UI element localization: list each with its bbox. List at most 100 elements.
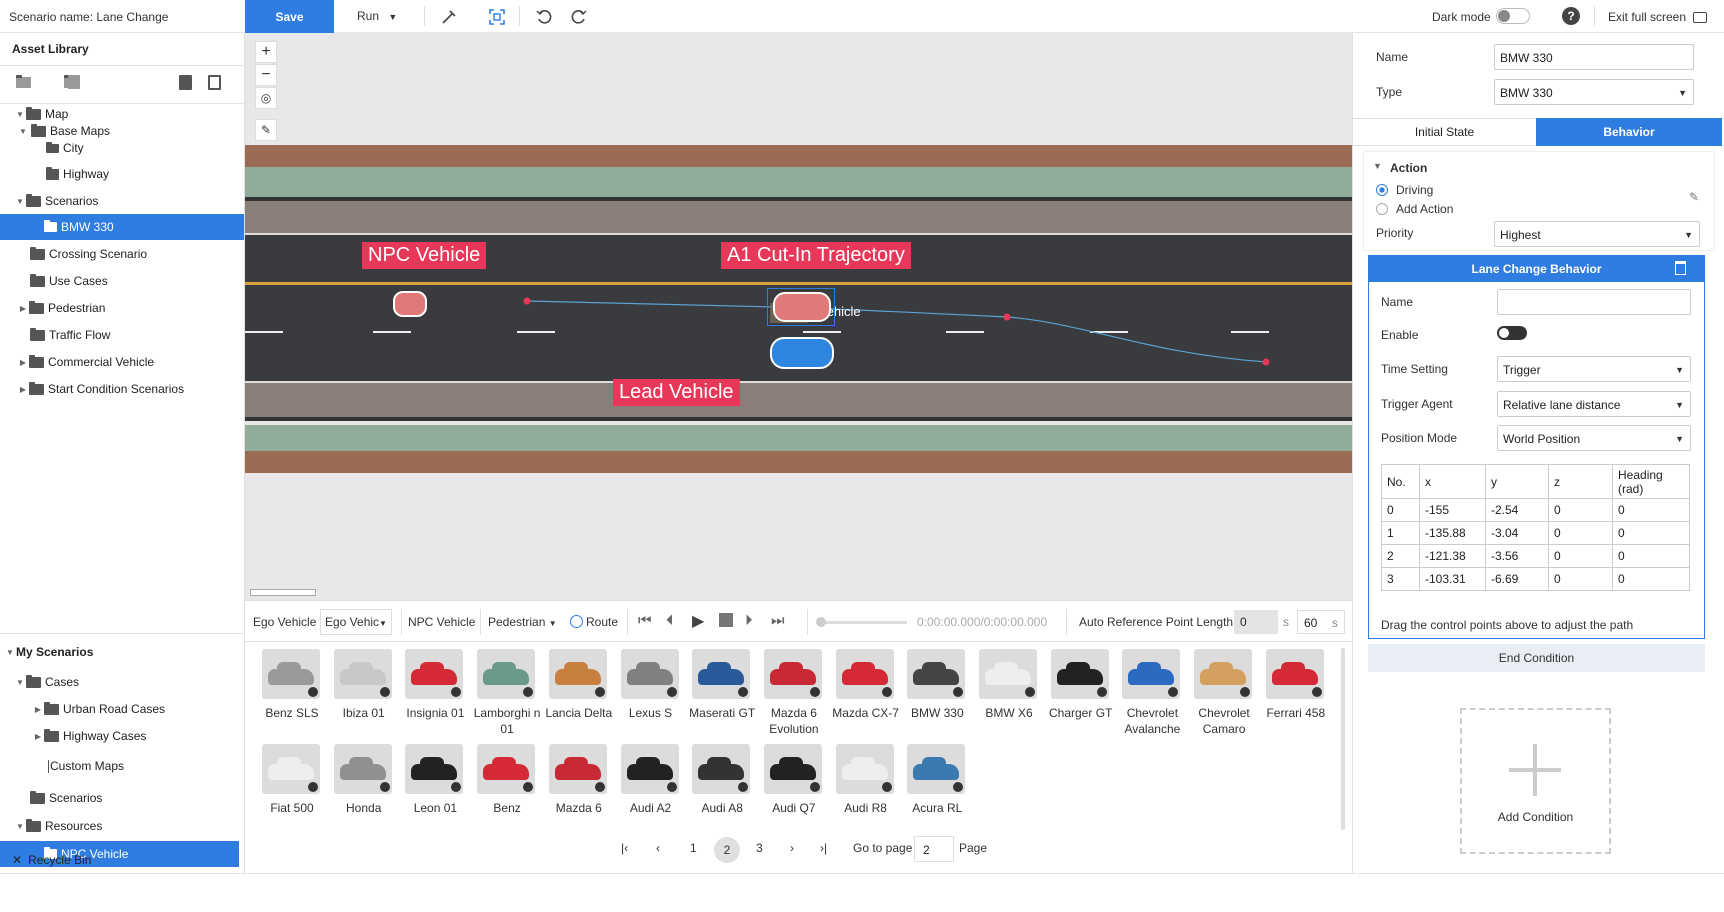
dark-mode-toggle[interactable] — [1496, 8, 1530, 24]
type-select[interactable]: BMW 330 ▼ — [1494, 79, 1694, 105]
play-icon[interactable]: ▶ — [692, 611, 704, 631]
prev-page-icon[interactable]: ‹ — [656, 841, 660, 855]
tree-item-urban-road-cases[interactable]: ▶ Urban Road Cases — [32, 698, 165, 720]
scenario-canvas[interactable]: + − ◎ ✎ Ego Vehicle NPC Vehicle A1 Cut-I… — [245, 33, 1352, 600]
vehicle-card[interactable]: Audi R8 — [830, 744, 902, 816]
my-scenarios-header[interactable]: ▼ My Scenarios — [4, 641, 93, 663]
enable-toggle[interactable] — [1497, 326, 1527, 340]
last-page-icon[interactable]: ›| — [820, 841, 827, 855]
minimap-scrollbar[interactable] — [250, 589, 316, 596]
vehicle-card[interactable]: Mazda 6 Evolution — [758, 649, 830, 737]
vehicle-card[interactable]: Ferrari 458 — [1260, 649, 1332, 721]
fit-view-icon[interactable] — [487, 7, 507, 27]
add-action-radio[interactable] — [1376, 203, 1388, 215]
vehicle-card[interactable]: BMW 330 — [901, 649, 973, 721]
table-row[interactable]: 0 -155 -2.54 0 0 — [1381, 498, 1690, 522]
tree-item-traffic-flow[interactable]: Traffic Flow — [30, 324, 110, 346]
tree-item-cases[interactable]: ▼ Cases — [14, 671, 79, 693]
vehicle-card[interactable]: Insignia 01 — [399, 649, 471, 721]
skip-to-start-icon[interactable]: ⏮ — [638, 612, 652, 629]
trash-icon[interactable] — [1675, 261, 1686, 275]
control-point[interactable] — [1262, 358, 1270, 366]
tree-item-custom-maps[interactable]: Custom Maps — [48, 755, 124, 777]
vehicle-card[interactable]: Ibiza 01 — [328, 649, 400, 721]
npc-vehicle-marker[interactable] — [393, 291, 427, 317]
tree-item-use-cases[interactable]: Use Cases — [30, 270, 108, 292]
vehicle-card[interactable]: Charger GT — [1045, 649, 1117, 721]
page-3[interactable]: 3 — [756, 841, 763, 855]
ego-vehicle-select[interactable]: Ego Vehicle▼ — [320, 609, 392, 635]
control-point[interactable] — [523, 297, 531, 305]
vehicle-card[interactable]: Benz SLS — [256, 649, 328, 721]
position-mode-select[interactable]: World Position ▼ — [1497, 425, 1691, 451]
table-row[interactable]: 2 -121.38 -3.56 0 0 — [1381, 544, 1690, 568]
gallery-scrollbar[interactable] — [1341, 648, 1345, 830]
help-icon[interactable]: ? — [1562, 7, 1580, 25]
step-forward-icon[interactable]: ⏵ — [745, 612, 753, 629]
tree-item-my-scenarios[interactable]: Scenarios — [30, 787, 102, 809]
vehicle-card[interactable]: Mazda CX-7 — [830, 649, 902, 721]
collapse-icon[interactable]: ▼ — [1373, 161, 1382, 171]
page-2-current[interactable]: 2 — [714, 837, 740, 863]
run-dropdown[interactable]: Run ▼ — [357, 9, 397, 23]
name-input[interactable]: BMW 330 — [1494, 44, 1694, 70]
route-button[interactable]: Route — [570, 615, 618, 629]
table-row[interactable]: 3 -103.31 -6.69 0 0 — [1381, 567, 1690, 591]
tree-item-bmw-330[interactable]: BMW 330 — [44, 216, 114, 238]
a1-vehicle-marker[interactable] — [773, 292, 831, 322]
tab-behavior[interactable]: Behavior — [1536, 118, 1722, 146]
edit-icon[interactable]: ✎ — [1689, 190, 1699, 204]
vehicle-card[interactable]: Chevrolet Camaro — [1188, 649, 1260, 737]
add-condition-button[interactable]: Add Condition — [1460, 708, 1611, 854]
vehicle-card[interactable]: Lexus S — [615, 649, 687, 721]
vehicle-card[interactable]: Chevrolet Avalanche — [1116, 649, 1188, 737]
page-1[interactable]: 1 — [690, 841, 697, 855]
length-input[interactable]: 60 s — [1297, 610, 1345, 634]
undo-icon[interactable] — [534, 7, 554, 27]
copy-icon[interactable] — [208, 75, 221, 90]
time-setting-select[interactable]: Trigger ▼ — [1497, 356, 1691, 382]
tree-item-commercial-vehicle[interactable]: ▶ Commercial Vehicle — [17, 351, 154, 373]
control-point[interactable] — [1003, 313, 1011, 321]
page-input[interactable]: 2 — [914, 836, 954, 862]
lcb-name-input[interactable] — [1497, 289, 1691, 315]
lead-vehicle-marker[interactable] — [770, 337, 834, 369]
vehicle-card[interactable]: Audi A8 — [686, 744, 758, 816]
vehicle-card[interactable]: Honda — [328, 744, 400, 816]
trigger-agent-select[interactable]: Relative lane distance ▼ — [1497, 391, 1691, 417]
tree-item-pedestrian[interactable]: ▶ Pedestrian — [17, 297, 105, 319]
ref-value-input[interactable]: 0 — [1234, 610, 1278, 634]
timeline-slider[interactable] — [816, 617, 907, 627]
tree-item-start-condition-scenarios[interactable]: ▶ Start Condition Scenarios — [17, 378, 184, 400]
npc-vehicle-button[interactable]: NPC Vehicle — [408, 615, 475, 629]
exit-full-screen-button[interactable]: Exit full screen — [1608, 10, 1708, 24]
slider-handle[interactable] — [816, 617, 826, 627]
draw-path-icon[interactable] — [439, 7, 459, 27]
vehicle-card[interactable]: BMW X6 — [973, 649, 1045, 721]
vehicle-card[interactable]: Audi Q7 — [758, 744, 830, 816]
vehicle-card[interactable]: Benz — [471, 744, 543, 816]
driving-radio[interactable] — [1376, 184, 1388, 196]
tree-item-scenarios[interactable]: ▼ Scenarios — [14, 190, 98, 212]
vehicle-card[interactable]: Acura RL — [901, 744, 973, 816]
tree-item-crossing-scenario[interactable]: Crossing Scenario — [30, 243, 147, 265]
vehicle-card[interactable]: Fiat 500 — [256, 744, 328, 816]
vehicle-card[interactable]: Maserati GT — [686, 649, 758, 721]
tree-item-resources[interactable]: ▼ Resources — [14, 815, 102, 837]
vehicle-card[interactable]: Audi A2 — [615, 744, 687, 816]
table-row[interactable]: 1 -135.88 -3.04 0 0 — [1381, 521, 1690, 545]
recycle-bin-button[interactable]: ✕ Recycle Bin — [12, 853, 91, 867]
trash-icon[interactable] — [179, 75, 192, 90]
tab-initial-state[interactable]: Initial State — [1353, 118, 1536, 146]
tree-item-highway-cases[interactable]: ▶ Highway Cases — [32, 725, 146, 747]
pedestrian-select[interactable]: Pedestrian ▼ — [488, 615, 557, 629]
priority-select[interactable]: Highest ▼ — [1494, 221, 1700, 247]
stop-icon[interactable] — [719, 613, 733, 627]
tree-item-highway[interactable]: Highway — [46, 163, 109, 185]
vehicle-card[interactable]: Leon 01 — [399, 744, 471, 816]
next-page-icon[interactable]: › — [790, 841, 794, 855]
redo-icon[interactable] — [569, 7, 589, 27]
tree-item-city[interactable]: City — [46, 137, 84, 159]
step-back-icon[interactable]: ⏴ — [666, 612, 674, 629]
save-button[interactable]: Save — [245, 0, 334, 33]
